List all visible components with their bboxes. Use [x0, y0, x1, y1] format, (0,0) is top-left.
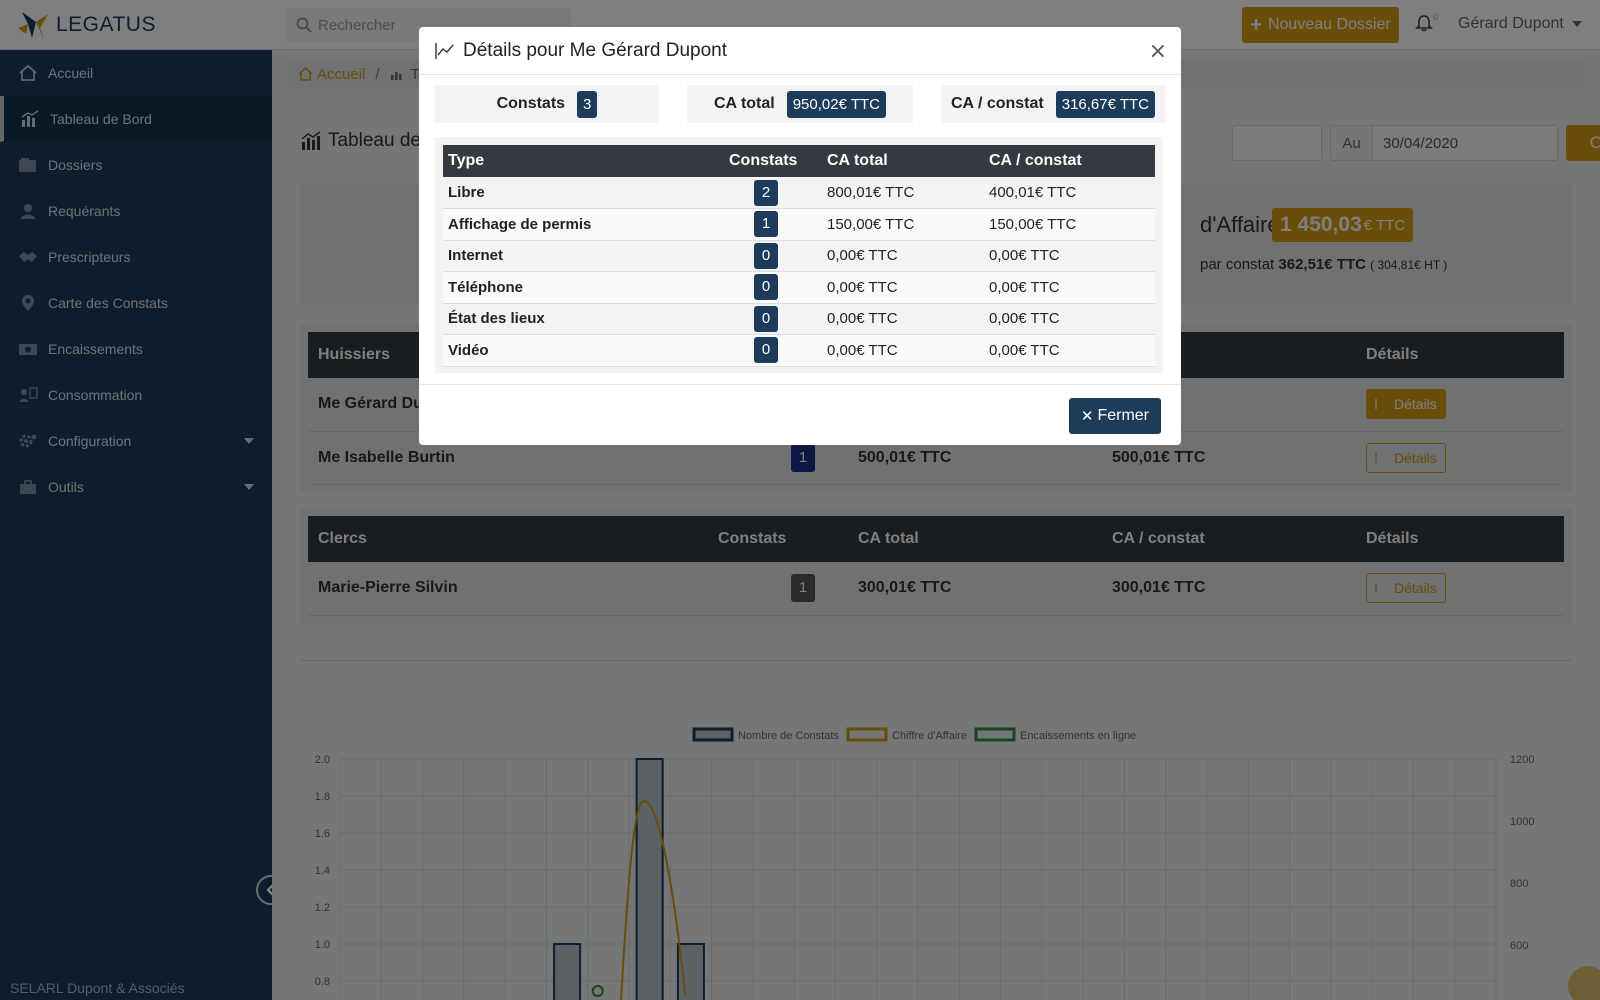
type-cell: Internet	[443, 240, 724, 272]
constats-cell: 2	[724, 177, 822, 209]
ca-total-cell: 0,00€ TTC	[822, 334, 984, 367]
ca-total-cell: 0,00€ TTC	[822, 303, 984, 335]
ca-total-cell: 0,00€ TTC	[822, 240, 984, 272]
modal-footer: ✕ Fermer	[419, 384, 1181, 445]
col-header: CA / constat	[984, 145, 1155, 177]
ca-total-cell: 150,00€ TTC	[822, 208, 984, 241]
table-row: Affichage de permis 1 150,00€ TTC 150,00…	[443, 208, 1155, 241]
constats-badge: 1	[754, 211, 778, 238]
ca-constat-cell: 0,00€ TTC	[984, 240, 1155, 272]
constats-badge: 0	[754, 337, 778, 364]
type-cell: État des lieux	[443, 303, 724, 335]
type-cell: Téléphone	[443, 271, 724, 304]
summary-label: Constats	[496, 95, 566, 112]
type-cell: Vidéo	[443, 334, 724, 367]
summary-value: 316,67€ TTC	[1055, 90, 1156, 118]
summary-ca-constat: CA / constat 316,67€ TTC	[941, 85, 1165, 123]
summary-label: CA / constat	[950, 95, 1044, 112]
table-row: Vidéo 0 0,00€ TTC 0,00€ TTC	[443, 334, 1155, 367]
fermer-button[interactable]: ✕ Fermer	[1068, 398, 1161, 434]
detail-table-wrapper: Type Constats CA total CA / constat Libr…	[435, 137, 1163, 373]
summary-value: 3	[577, 90, 598, 118]
ca-total-cell: 0,00€ TTC	[822, 271, 984, 304]
summary-value: 950,02€ TTC	[786, 90, 886, 118]
detail-table: Type Constats CA total CA / constat Libr…	[443, 145, 1155, 367]
constats-cell: 0	[724, 303, 822, 335]
modal-header: Détails pour Me Gérard Dupont	[419, 27, 1181, 75]
constats-cell: 1	[724, 208, 822, 241]
table-row: État des lieux 0 0,00€ TTC 0,00€ TTC	[443, 303, 1155, 335]
ca-constat-cell: 150,00€ TTC	[984, 208, 1155, 241]
constats-cell: 0	[724, 271, 822, 304]
ca-constat-cell: 0,00€ TTC	[984, 271, 1155, 304]
constats-badge: 0	[754, 242, 778, 269]
ca-constat-cell: 400,01€ TTC	[984, 177, 1155, 209]
constats-badge: 0	[754, 274, 778, 301]
constats-badge: 0	[754, 305, 778, 332]
table-row: Internet 0 0,00€ TTC 0,00€ TTC	[443, 240, 1155, 272]
constats-cell: 0	[724, 240, 822, 272]
close-icon[interactable]: ×	[1149, 39, 1167, 64]
ca-total-cell: 800,01€ TTC	[822, 177, 984, 209]
constats-badge: 2	[754, 179, 778, 206]
ca-constat-cell: 0,00€ TTC	[984, 334, 1155, 367]
summary-ca-total: CA total 950,02€ TTC	[687, 85, 913, 123]
details-modal: Détails pour Me Gérard Dupont × Constats…	[419, 27, 1181, 445]
constats-cell: 0	[724, 334, 822, 367]
modal-title: Détails pour Me Gérard Dupont	[463, 39, 728, 61]
type-cell: Affichage de permis	[443, 208, 724, 241]
col-header: CA total	[822, 145, 984, 177]
type-cell: Libre	[443, 177, 724, 209]
summary-label: CA total	[713, 95, 775, 112]
col-header: Type	[443, 145, 724, 177]
close-icon: ✕	[1080, 407, 1094, 425]
fermer-label: Fermer	[1097, 407, 1149, 424]
ca-constat-cell: 0,00€ TTC	[984, 303, 1155, 335]
col-header: Constats	[724, 145, 822, 177]
chart-line-icon	[435, 42, 454, 59]
table-row: Téléphone 0 0,00€ TTC 0,00€ TTC	[443, 271, 1155, 304]
summary-constats: Constats 3	[435, 85, 659, 123]
table-row: Libre 2 800,01€ TTC 400,01€ TTC	[443, 177, 1155, 209]
